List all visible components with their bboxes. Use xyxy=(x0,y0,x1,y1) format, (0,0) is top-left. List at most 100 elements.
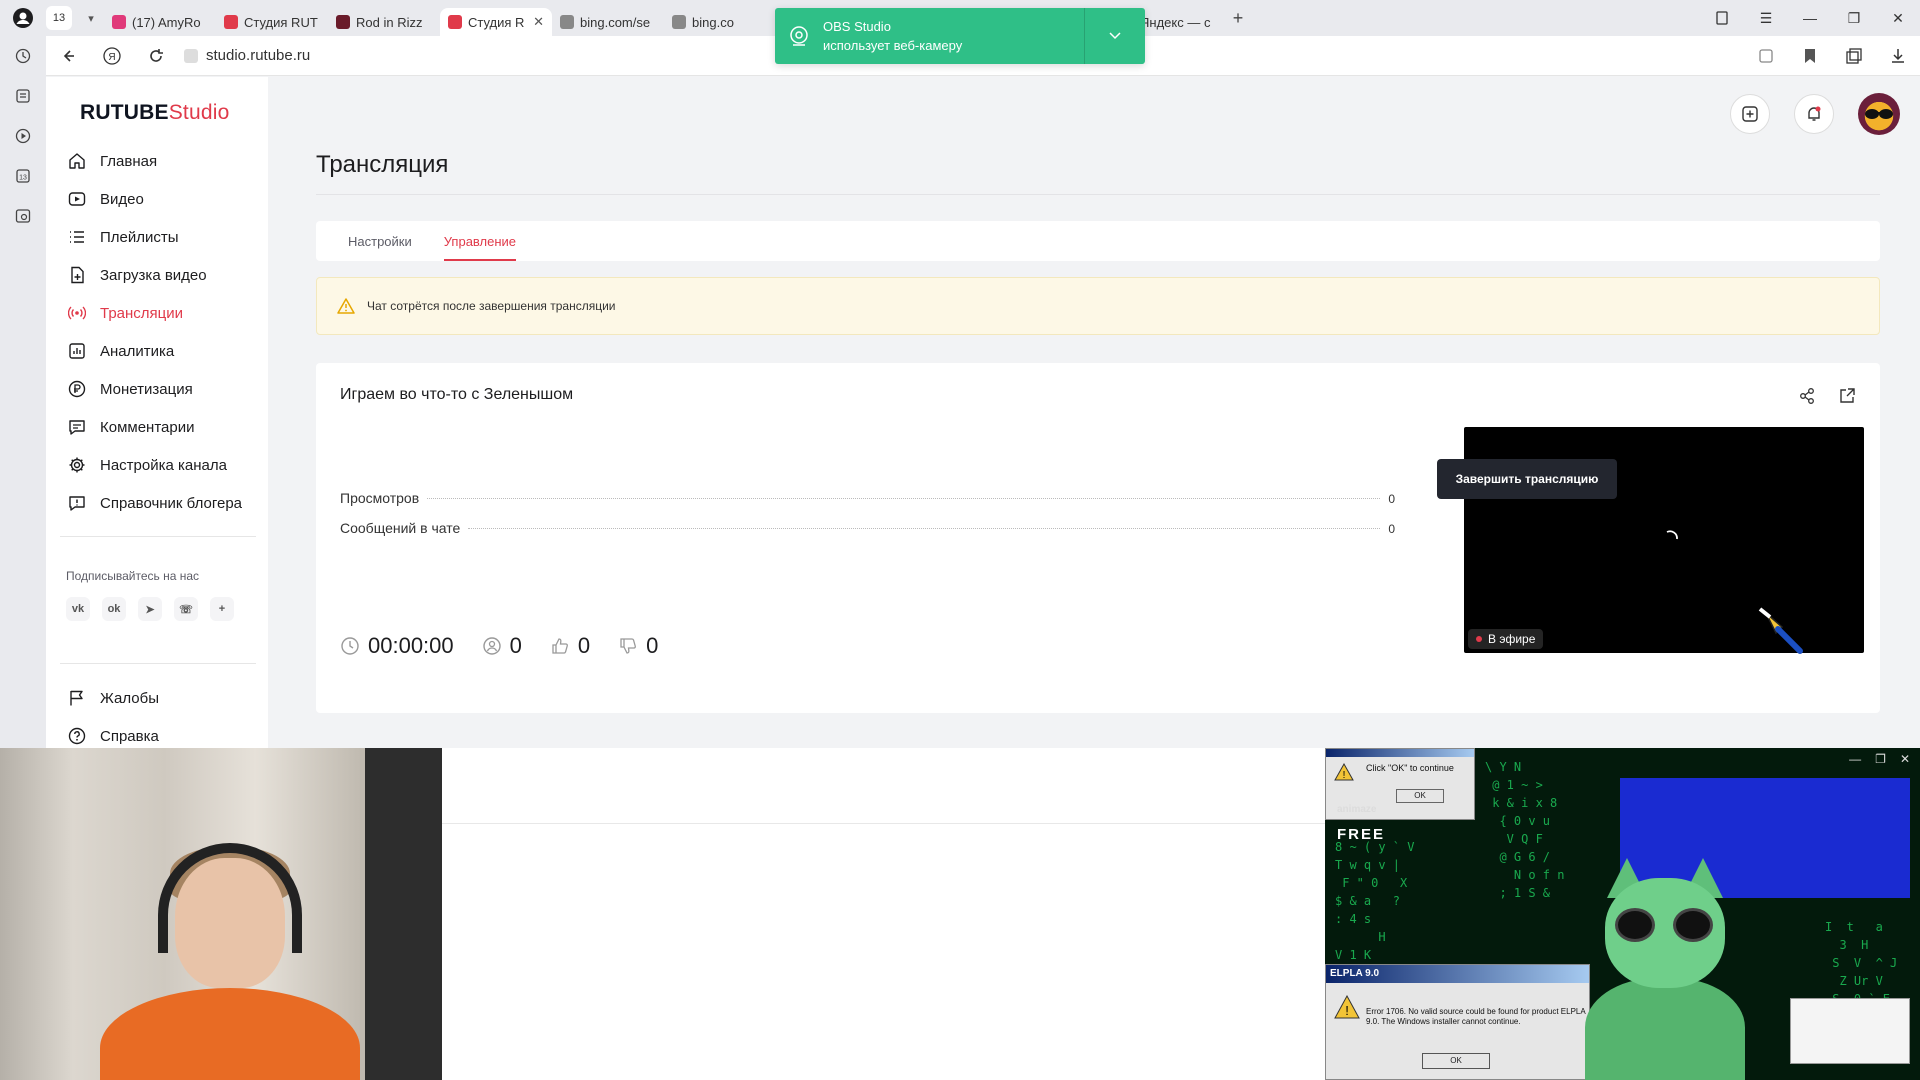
ok-button: OK xyxy=(1422,1053,1490,1069)
tab-management[interactable]: Управление xyxy=(443,221,517,261)
sunglasses-icon xyxy=(1865,109,1893,119)
download-icon[interactable] xyxy=(1876,36,1920,76)
tab-favicon-icon xyxy=(224,15,238,29)
live-dot-icon xyxy=(1476,636,1482,642)
history-icon[interactable] xyxy=(0,36,46,76)
header-actions xyxy=(1730,93,1900,135)
bookmark-icon[interactable] xyxy=(1788,36,1832,76)
browser-tab[interactable]: Студия RUT xyxy=(216,8,328,36)
browser-tab[interactable]: Студия R ✕ xyxy=(440,8,552,36)
stat-value: 0 xyxy=(1388,522,1395,536)
sidebar-item-flag[interactable]: Жалобы xyxy=(46,679,268,717)
sidebar-item-comment[interactable]: Комментарии xyxy=(46,408,268,446)
webcam-icon xyxy=(775,8,823,64)
warning-icon: ! xyxy=(1334,763,1354,781)
sidebar-item-analytics[interactable]: Аналитика xyxy=(46,332,268,370)
sidebar-item-info[interactable]: Справочник блогера xyxy=(46,484,268,522)
notification-text: использует веб-камеру xyxy=(823,38,963,53)
extension-icon[interactable] xyxy=(1744,36,1788,76)
notifications-button[interactable] xyxy=(1794,94,1834,134)
svg-text:!: ! xyxy=(1343,770,1346,781)
profile-icon[interactable] xyxy=(0,0,46,36)
sidebar-bottom-menu: Жалобы Справка xyxy=(46,679,268,755)
sidebar-item-video[interactable]: Видео xyxy=(46,180,268,218)
browser-tab[interactable]: (17) AmyRo xyxy=(104,8,216,36)
warning-icon: ! xyxy=(1334,995,1360,1019)
close-tab-icon[interactable]: ✕ xyxy=(533,14,544,30)
viewers-value: 0 xyxy=(509,633,522,658)
ok-icon[interactable]: ok xyxy=(102,597,126,621)
likes-value: 0 xyxy=(577,633,591,658)
svg-text:!: ! xyxy=(1345,1003,1349,1018)
sidebar-item-label: Настройка канала xyxy=(100,456,227,474)
avatar[interactable] xyxy=(1858,93,1900,135)
logo-main: RUTUBE xyxy=(80,101,169,124)
live-badge: В эфире xyxy=(1468,629,1544,649)
title-divider xyxy=(316,194,1880,195)
browser-tab[interactable]: Rod in Rizz xyxy=(328,8,440,36)
tab-count-badge[interactable]: 13 xyxy=(46,6,72,30)
tab-favicon-icon xyxy=(448,15,462,29)
sidebar-item-upload[interactable]: Загрузка видео xyxy=(46,256,268,294)
obs-camera-notification[interactable]: OBS Studio использует веб-камеру xyxy=(775,8,1145,64)
broadcast-icon xyxy=(68,304,86,322)
restore-icon[interactable]: ❐ xyxy=(1832,0,1876,36)
media-icon[interactable] xyxy=(0,116,46,156)
collections-icon[interactable] xyxy=(1832,36,1876,76)
tab-settings[interactable]: Настройки xyxy=(348,221,412,261)
reload-icon[interactable] xyxy=(134,36,178,76)
tab-title: bing.co xyxy=(692,14,734,30)
vk-icon[interactable]: vk xyxy=(66,597,90,621)
browser-tab[interactable]: bing.co xyxy=(664,8,776,36)
screenshot-icon[interactable] xyxy=(0,196,46,236)
sidebar-divider xyxy=(60,536,256,537)
thumbs-up-icon xyxy=(552,638,568,654)
viewers-icon xyxy=(482,637,501,655)
back-icon[interactable] xyxy=(46,36,90,76)
open-external-icon[interactable] xyxy=(1838,387,1856,405)
lock-icon xyxy=(184,48,198,63)
sidebar-item-label: Комментарии xyxy=(100,418,195,436)
calendar-icon[interactable]: 13 xyxy=(0,156,46,196)
bookmarks-icon[interactable] xyxy=(1700,0,1744,36)
chevron-down-icon[interactable] xyxy=(1085,8,1145,64)
sidebar-item-home[interactable]: Главная xyxy=(46,142,268,180)
rutube-studio-logo[interactable]: RUTUBEStudio xyxy=(80,101,229,125)
minimize-icon[interactable]: — xyxy=(1788,0,1832,36)
url-text: studio.rutube.ru xyxy=(206,47,311,64)
home-icon xyxy=(68,152,86,170)
more-icon[interactable]: + xyxy=(210,597,234,621)
viber-icon[interactable]: ☏ xyxy=(174,597,198,621)
create-button[interactable] xyxy=(1730,94,1770,134)
browser-tab[interactable]: bing.com/se xyxy=(552,8,664,36)
warning-text: Чат сотрётся после завершения трансляции xyxy=(367,299,616,313)
new-tab-button[interactable]: + xyxy=(1224,8,1252,29)
yandex-icon[interactable]: Я xyxy=(90,36,134,76)
url-field[interactable]: studio.rutube.ru xyxy=(184,47,310,64)
notes-icon[interactable] xyxy=(0,76,46,116)
share-icon[interactable] xyxy=(1798,387,1816,405)
error-small-text: Click "OK" to continue xyxy=(1366,763,1454,773)
error-title: ELPLA 9.0 xyxy=(1326,965,1589,983)
svg-text:Я: Я xyxy=(108,52,115,63)
animaze-overlay: 8 ~ ( y ` V T w q v | F " 0 X $ & a ? : … xyxy=(1325,748,1920,1080)
stream-overlay-area: 8 ~ ( y ` V T w q v | F " 0 X $ & a ? : … xyxy=(0,748,1920,1080)
plus-square-icon xyxy=(1742,106,1758,122)
sidebar-item-label: Загрузка видео xyxy=(100,266,207,284)
sidebar-item-playlist[interactable]: Плейлисты xyxy=(46,218,268,256)
telegram-icon[interactable]: ➤ xyxy=(138,597,162,621)
sidebar-item-broadcast[interactable]: Трансляции xyxy=(46,294,268,332)
tab-title: Rod in Rizz xyxy=(356,14,423,30)
stat-label: Просмотров xyxy=(340,490,420,506)
loading-spinner-icon xyxy=(1666,530,1678,540)
tabs-dropdown-icon[interactable]: ▾ xyxy=(78,6,104,30)
stat-chat-row: Сообщений в чате 0 xyxy=(340,520,1395,536)
sidebar-item-ruble[interactable]: Монетизация xyxy=(46,370,268,408)
stat-value: 0 xyxy=(1388,492,1395,506)
sidebar-item-gear[interactable]: Настройка канала xyxy=(46,446,268,484)
menu-icon[interactable]: ☰ xyxy=(1744,0,1788,36)
end-stream-button[interactable]: Завершить трансляцию xyxy=(1437,459,1617,499)
page-title: Трансляция xyxy=(316,151,449,178)
free-label: FREE xyxy=(1337,826,1386,843)
close-window-icon[interactable]: ✕ xyxy=(1876,0,1920,36)
